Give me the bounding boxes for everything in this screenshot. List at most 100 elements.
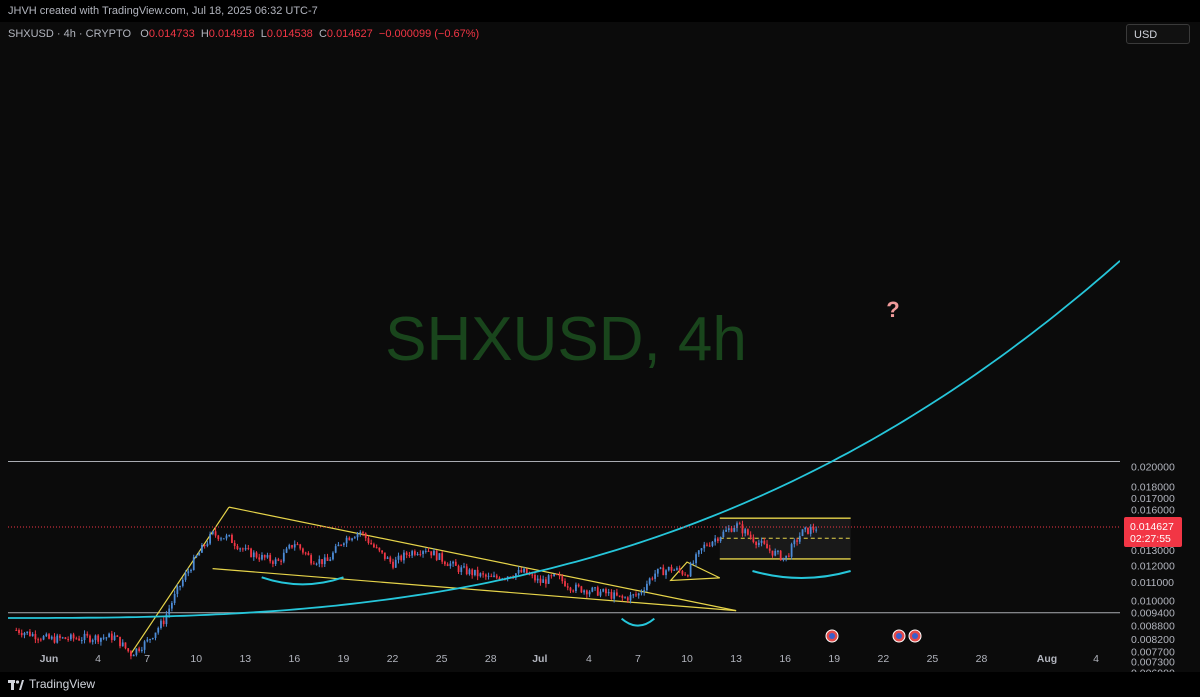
candle-body (676, 568, 678, 570)
candle-body (353, 537, 356, 539)
candle-body (487, 575, 490, 577)
time-tick-label: 13 (239, 653, 251, 665)
candle-body (285, 548, 288, 553)
candle-body (252, 552, 255, 558)
candle-body (250, 548, 252, 558)
candle-body (779, 550, 782, 561)
candle-body (725, 529, 727, 532)
bar-countdown: 02:27:55 (1130, 533, 1171, 545)
candle-body (151, 637, 154, 640)
candle-body (203, 545, 206, 547)
candle-body (124, 642, 127, 649)
candle-body (75, 638, 78, 640)
candle-body (523, 568, 525, 573)
candle-body (400, 555, 403, 561)
candle-body (383, 552, 386, 559)
candle-body (72, 634, 75, 639)
candle-body (654, 573, 656, 579)
price-chart[interactable]: SHXUSD, 4h ? 0.0200000.0180000.0170000.0… (0, 0, 1200, 697)
candle-body (29, 631, 31, 637)
candle-body (332, 552, 334, 560)
time-tick-label: 16 (289, 653, 301, 665)
candle-body (220, 538, 222, 540)
low-value: 0.014538 (266, 28, 313, 40)
candle-body (105, 637, 108, 639)
change-value: −0.000099 (−0.67%) (378, 28, 480, 40)
candle-body (116, 635, 119, 637)
footer-bar: TradingView (0, 672, 1200, 697)
price-tick-label: 0.020000 (1131, 461, 1175, 473)
candle-body (495, 575, 498, 578)
candle-body (637, 593, 640, 596)
candle-body (18, 630, 20, 633)
time-tick-label: 10 (681, 653, 693, 665)
candle-body (280, 560, 282, 562)
candle-body (310, 555, 313, 564)
candle-body (272, 561, 274, 564)
price-axis[interactable]: 0.0200000.0180000.0170000.0160000.015000… (1120, 46, 1200, 697)
candle-body (56, 635, 59, 643)
candle-body (157, 628, 160, 633)
candle-body (236, 545, 239, 550)
candle-body (181, 579, 184, 586)
candle-body (536, 578, 539, 581)
currency-selector[interactable]: USD (1126, 24, 1190, 44)
candle-body (61, 637, 64, 639)
candle-body (168, 608, 171, 615)
candle-body (785, 555, 788, 558)
candle-body (697, 550, 700, 555)
symbol-label[interactable]: SHXUSD · 4h · CRYPTO (8, 28, 131, 40)
ohlc-legend: SHXUSD · 4h · CRYPTO O0.014733 H0.014918… (0, 22, 1120, 46)
candle-body (176, 586, 179, 594)
candle-body (198, 552, 201, 556)
candle-body (302, 548, 304, 553)
candle-body (730, 528, 733, 532)
candle-body (416, 554, 419, 556)
candle-body (768, 548, 771, 551)
candle-body (296, 544, 299, 546)
candle-body (760, 540, 763, 543)
candle-body (83, 633, 86, 641)
candle-body (277, 559, 280, 561)
candle-body (809, 527, 812, 534)
candle-body (367, 538, 370, 543)
candle-body (67, 639, 70, 641)
candle-body (722, 531, 725, 538)
candle-body (108, 633, 110, 638)
tradingview-logo-icon (8, 679, 24, 690)
candle-body (651, 578, 654, 580)
candle-body (378, 547, 381, 551)
close-value: 0.014627 (326, 28, 373, 40)
candle-body (463, 566, 465, 568)
candle-body (790, 544, 793, 557)
candle-body (20, 632, 23, 636)
candle-body (594, 587, 596, 589)
candle-body (69, 634, 72, 640)
candle-body (607, 591, 610, 594)
candle-body (531, 574, 534, 576)
candle-body (405, 552, 408, 556)
candle-body (121, 642, 124, 647)
candle-body (100, 637, 102, 642)
candle-body (588, 591, 591, 595)
candle-body (681, 570, 684, 575)
brand-name: TradingView (29, 677, 96, 691)
candle-body (763, 540, 766, 544)
candle-body (326, 557, 329, 561)
time-tick-label: 4 (1093, 653, 1099, 665)
candle-body (351, 538, 353, 541)
candle-body (558, 574, 561, 577)
candle-body (381, 550, 383, 553)
candle-body (274, 559, 277, 564)
close-label: C (318, 28, 327, 40)
candle-body (187, 571, 190, 574)
price-tick-label: 0.008200 (1131, 634, 1175, 646)
candle-body (135, 648, 138, 655)
candle-body (110, 633, 113, 640)
candle-body (86, 633, 89, 636)
time-tick-label: 25 (927, 653, 939, 665)
time-tick-label: 4 (586, 653, 592, 665)
candle-body (127, 648, 130, 652)
candle-body (37, 639, 40, 641)
candle-body (321, 559, 323, 565)
